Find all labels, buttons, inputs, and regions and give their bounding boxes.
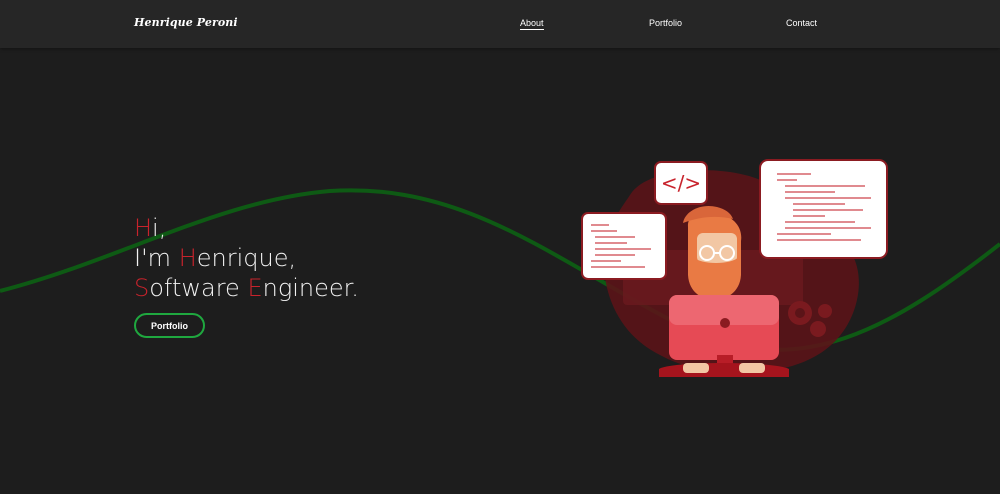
nav-link-about[interactable]: About	[520, 18, 544, 30]
hero-text: oftware	[149, 274, 248, 302]
hero-heading: Hi, I'm Henrique, Software Engineer.	[134, 213, 359, 303]
nav-link-portfolio[interactable]: Portfolio	[649, 18, 682, 28]
developer-avatar-icon	[683, 205, 742, 300]
hero-text: I'm	[134, 244, 179, 272]
code-card-large	[759, 159, 888, 259]
nav-link-contact[interactable]: Contact	[786, 18, 817, 28]
developer-illustration: </>	[581, 159, 888, 377]
hero-text: enrique,	[196, 244, 297, 272]
hero-line-role: Software Engineer.	[134, 273, 359, 303]
hero-highlight-letter: S	[134, 274, 150, 302]
code-icon: </>	[654, 161, 708, 205]
site-logo[interactable]: Henrique Peroni	[134, 16, 238, 29]
hero-highlight-letter: H	[178, 244, 197, 272]
hero-highlight-letter: E	[247, 274, 263, 302]
hero-line-greeting: Hi,	[134, 213, 359, 243]
portfolio-button[interactable]: Portfolio	[134, 313, 205, 338]
svg-text:</>: </>	[661, 171, 701, 195]
hero-highlight-letter: H	[134, 214, 153, 242]
navbar: Henrique Peroni About Portfolio Contact	[0, 0, 1000, 48]
code-card-small	[581, 212, 667, 280]
hero-text: i,	[152, 214, 167, 242]
hero-text: ngineer.	[262, 274, 359, 302]
hero-line-name: I'm Henrique,	[134, 243, 359, 273]
